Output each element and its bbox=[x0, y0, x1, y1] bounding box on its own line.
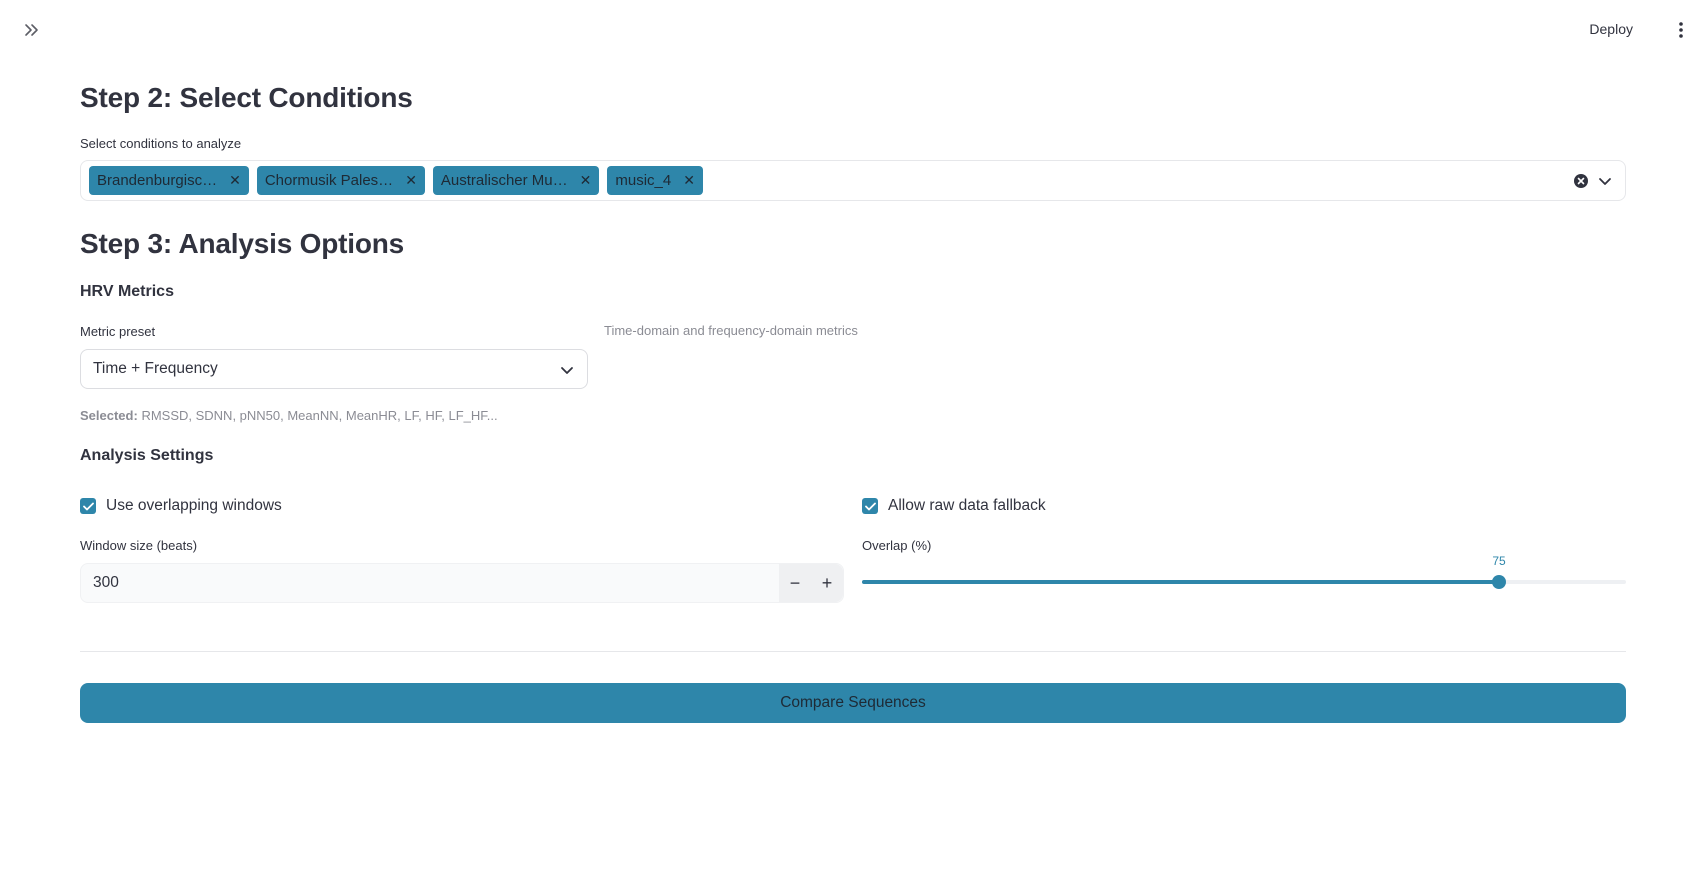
remove-tag-icon[interactable]: ✕ bbox=[580, 172, 592, 189]
condition-tag-label: Australischer Mu… bbox=[440, 172, 568, 189]
remove-tag-icon[interactable]: ✕ bbox=[405, 172, 417, 189]
chevron-down-icon bbox=[561, 367, 573, 374]
metric-preset-select[interactable]: Time + Frequency bbox=[80, 349, 588, 389]
slider-track[interactable] bbox=[862, 580, 1626, 584]
decrement-button[interactable]: − bbox=[779, 564, 811, 602]
slider-thumb[interactable] bbox=[1492, 575, 1506, 589]
main-menu-button[interactable] bbox=[1671, 19, 1691, 41]
condition-tag: Australischer Mu… ✕ bbox=[432, 166, 600, 195]
condition-tag-label: music_4 bbox=[615, 172, 672, 189]
expand-sidebar-button[interactable] bbox=[18, 18, 46, 42]
check-icon bbox=[82, 502, 94, 510]
overlap-label: Overlap (%) bbox=[862, 538, 932, 553]
step2-title: Step 2: Select Conditions bbox=[80, 82, 413, 113]
remove-tag-icon[interactable]: ✕ bbox=[683, 172, 695, 189]
clear-all-icon[interactable] bbox=[1573, 173, 1589, 189]
analysis-settings-heading: Analysis Settings bbox=[80, 447, 214, 464]
step3-title: Step 3: Analysis Options bbox=[80, 228, 405, 259]
preset-description: Time-domain and frequency-domain metrics bbox=[604, 323, 858, 338]
double-chevron-right-icon bbox=[25, 24, 38, 36]
condition-tag-label: Chormusik Pales… bbox=[264, 172, 394, 189]
deploy-button[interactable]: Deploy bbox=[1585, 19, 1637, 39]
overlap-slider[interactable]: 75 bbox=[862, 554, 1626, 600]
selected-metrics-caption: Selected: RMSSD, SDNN, pNN50, MeanNN, Me… bbox=[80, 408, 498, 423]
top-bar: Deploy bbox=[0, 0, 1707, 60]
hrv-metrics-heading: HRV Metrics bbox=[80, 283, 174, 300]
conditions-select-label: Select conditions to analyze bbox=[80, 136, 242, 151]
metric-preset-value: Time + Frequency bbox=[93, 360, 218, 377]
window-size-input[interactable]: 300 − + bbox=[80, 563, 844, 603]
slider-value: 75 bbox=[1492, 554, 1506, 568]
chevron-down-icon[interactable] bbox=[1597, 173, 1613, 189]
condition-tag-label: Brandenburgisc… bbox=[97, 172, 218, 189]
checkbox-checked[interactable] bbox=[862, 498, 878, 514]
use-overlapping-checkbox[interactable]: Use overlapping windows bbox=[80, 497, 282, 515]
remove-tag-icon[interactable]: ✕ bbox=[229, 172, 241, 189]
raw-fallback-checkbox[interactable]: Allow raw data fallback bbox=[862, 497, 1046, 515]
checkbox-checked[interactable] bbox=[80, 498, 96, 514]
metric-preset-label: Metric preset bbox=[80, 324, 156, 339]
condition-tag: Chormusik Pales… ✕ bbox=[256, 166, 425, 195]
selected-prefix: Selected: bbox=[80, 408, 138, 423]
compare-sequences-button[interactable]: Compare Sequences bbox=[80, 683, 1626, 723]
divider bbox=[80, 651, 1626, 652]
window-size-label: Window size (beats) bbox=[80, 538, 198, 553]
selected-metrics-list: RMSSD, SDNN, pNN50, MeanNN, MeanHR, LF, … bbox=[141, 408, 498, 423]
kebab-menu-icon bbox=[1679, 22, 1683, 38]
check-icon bbox=[864, 502, 876, 510]
window-size-value[interactable]: 300 bbox=[81, 574, 779, 592]
increment-button[interactable]: + bbox=[811, 564, 843, 602]
condition-tag: music_4 ✕ bbox=[607, 166, 703, 195]
use-overlapping-label: Use overlapping windows bbox=[106, 497, 282, 514]
slider-fill bbox=[862, 580, 1499, 584]
conditions-multiselect[interactable]: Brandenburgisc… ✕ Chormusik Pales… ✕ Aus… bbox=[80, 160, 1626, 201]
raw-fallback-label: Allow raw data fallback bbox=[888, 497, 1046, 514]
condition-tag: Brandenburgisc… ✕ bbox=[89, 166, 249, 195]
